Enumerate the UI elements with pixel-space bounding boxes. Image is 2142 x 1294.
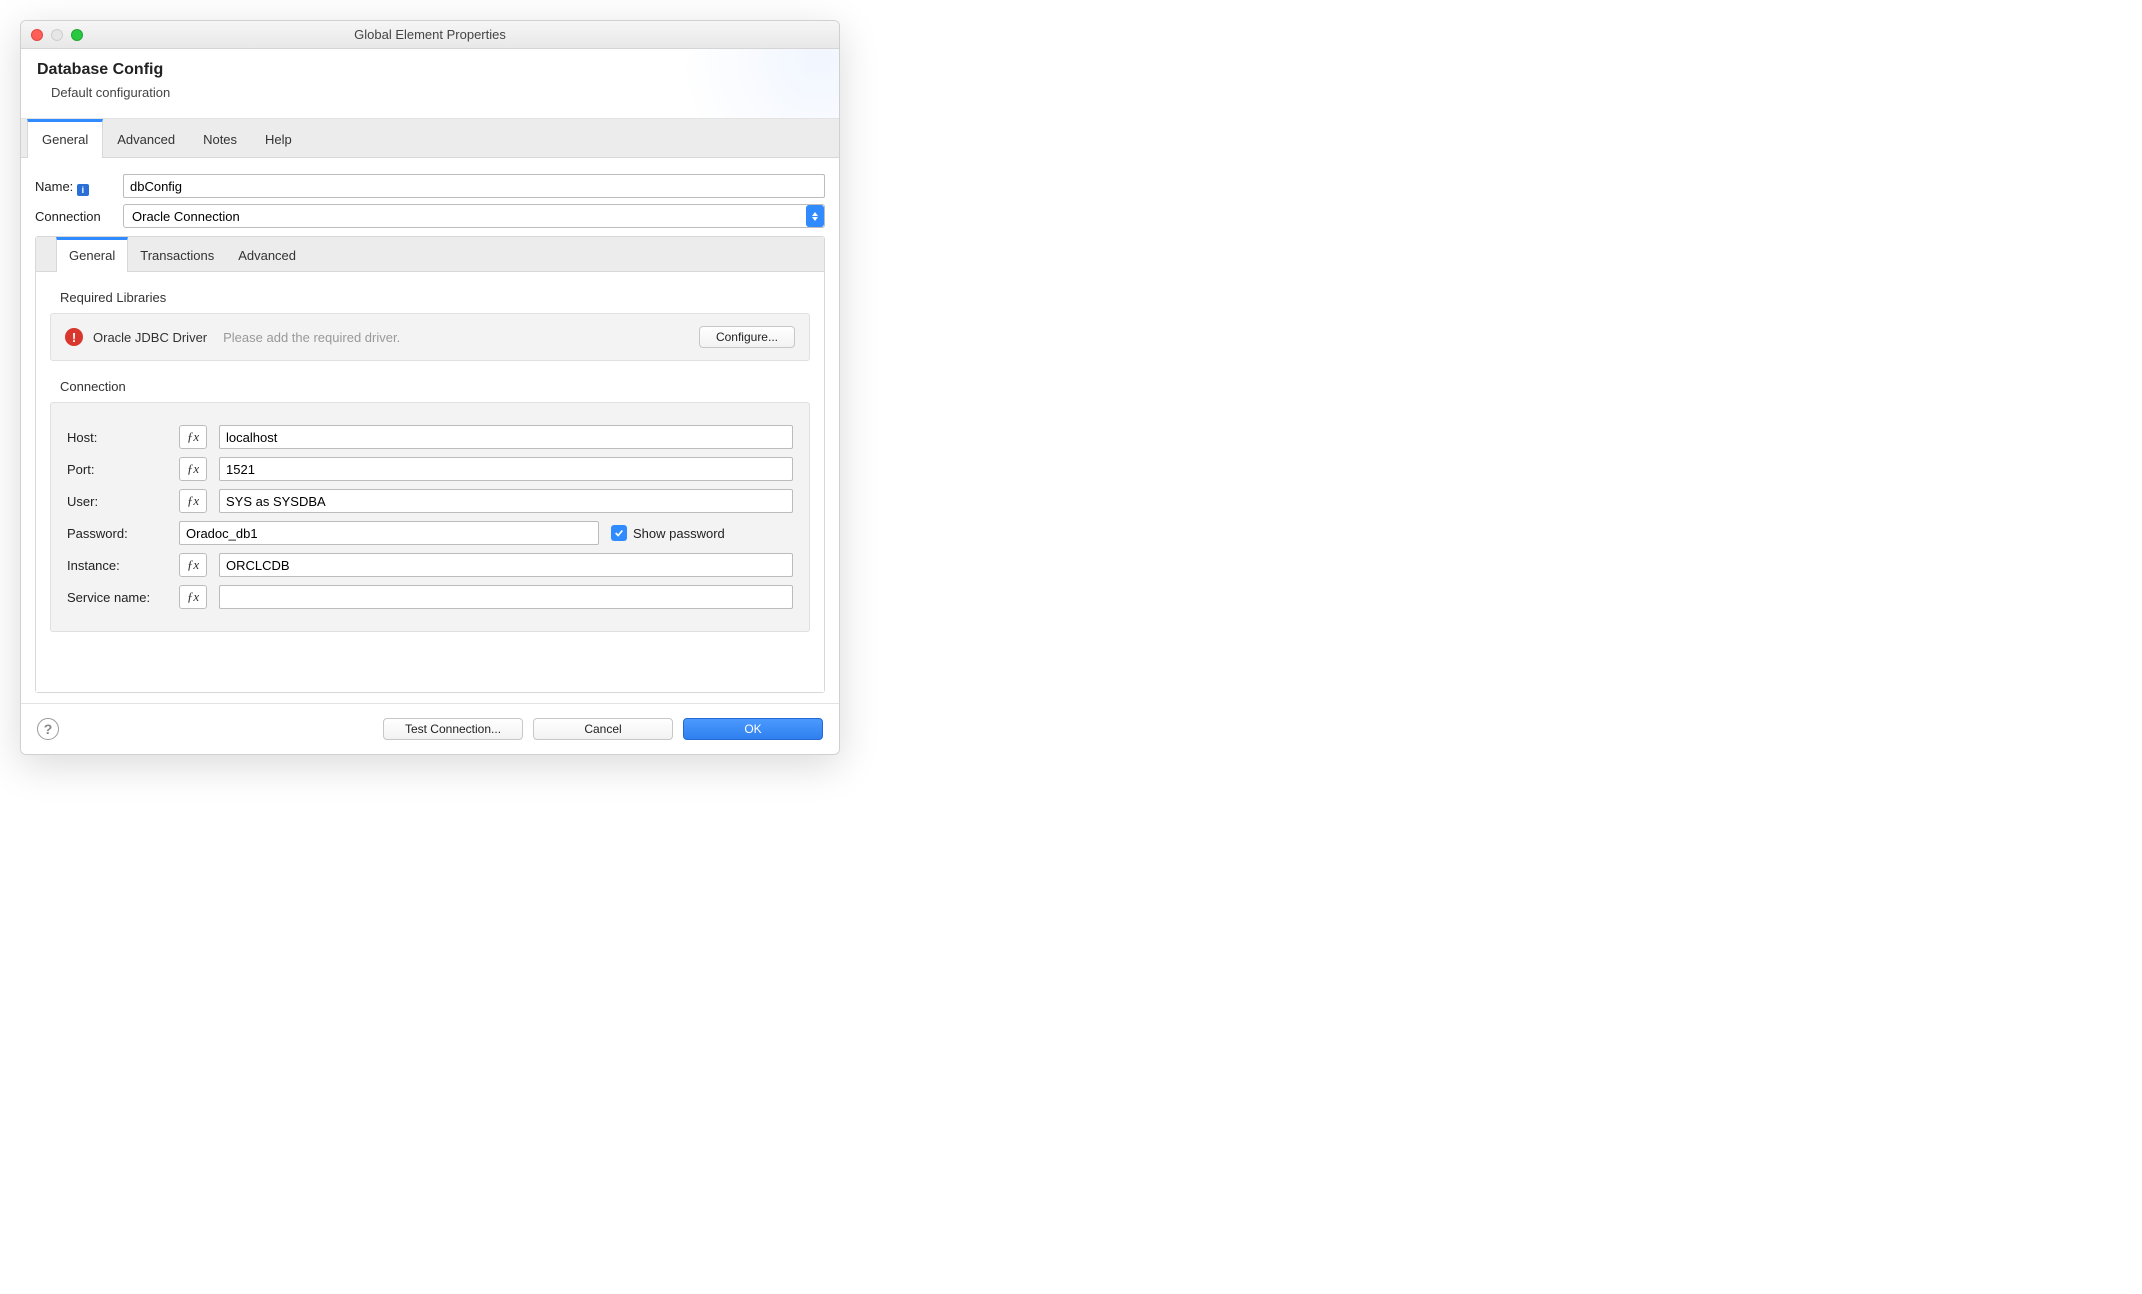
inner-body: Required Libraries ! Oracle JDBC Driver … <box>36 272 824 692</box>
tab-advanced[interactable]: Advanced <box>103 119 189 157</box>
tab-help[interactable]: Help <box>251 119 306 157</box>
fx-button-instance[interactable]: ƒx <box>179 553 207 577</box>
user-input[interactable] <box>219 489 793 513</box>
minimize-icon <box>51 29 63 41</box>
connection-select[interactable]: Oracle Connection <box>123 204 825 228</box>
maximize-icon[interactable] <box>71 29 83 41</box>
connection-box: Host: ƒx Port: ƒx User: ƒx <box>50 402 810 632</box>
password-label: Password: <box>67 526 167 541</box>
warning-icon: ! <box>65 328 83 346</box>
ok-button[interactable]: OK <box>683 718 823 740</box>
info-icon: i <box>77 184 89 196</box>
checkbox-checked-icon <box>611 525 627 541</box>
name-label: Name: i <box>35 179 115 194</box>
test-connection-button[interactable]: Test Connection... <box>383 718 523 740</box>
close-icon[interactable] <box>31 29 43 41</box>
driver-name: Oracle JDBC Driver <box>93 330 207 345</box>
dialog-header: Database Config Default configuration <box>21 49 839 119</box>
dialog-window: Global Element Properties Database Confi… <box>20 20 840 755</box>
tab-notes[interactable]: Notes <box>189 119 251 157</box>
window-title: Global Element Properties <box>21 27 839 42</box>
chevron-updown-icon <box>806 205 824 227</box>
service-name-label: Service name: <box>67 590 167 605</box>
traffic-lights <box>31 29 83 41</box>
fx-button-service[interactable]: ƒx <box>179 585 207 609</box>
host-input[interactable] <box>219 425 793 449</box>
inner-tab-advanced[interactable]: Advanced <box>226 237 308 271</box>
fx-button-user[interactable]: ƒx <box>179 489 207 513</box>
show-password-toggle[interactable]: Show password <box>611 525 725 541</box>
titlebar: Global Element Properties <box>21 21 839 49</box>
port-label: Port: <box>67 462 167 477</box>
tab-general[interactable]: General <box>27 119 103 158</box>
dialog-footer: ? Test Connection... Cancel OK <box>21 703 839 754</box>
driver-hint: Please add the required driver. <box>223 330 400 345</box>
main-tabs: General Advanced Notes Help <box>21 119 839 158</box>
port-input[interactable] <box>219 457 793 481</box>
name-input[interactable] <box>123 174 825 198</box>
body-area: Name: i Connection Oracle Connection Gen… <box>21 158 839 703</box>
instance-input[interactable] <box>219 553 793 577</box>
connection-section-label: Connection <box>60 379 810 394</box>
host-label: Host: <box>67 430 167 445</box>
password-input[interactable] <box>179 521 599 545</box>
inner-panel: General Transactions Advanced Required L… <box>35 236 825 693</box>
instance-label: Instance: <box>67 558 167 573</box>
user-label: User: <box>67 494 167 509</box>
connection-label: Connection <box>35 209 115 224</box>
configure-button[interactable]: Configure... <box>699 326 795 348</box>
library-row: ! Oracle JDBC Driver Please add the requ… <box>50 313 810 361</box>
fx-button-host[interactable]: ƒx <box>179 425 207 449</box>
help-icon[interactable]: ? <box>37 718 59 740</box>
inner-tabs: General Transactions Advanced <box>36 237 824 272</box>
header-decoration <box>679 49 839 119</box>
cancel-button[interactable]: Cancel <box>533 718 673 740</box>
show-password-label: Show password <box>633 526 725 541</box>
service-name-input[interactable] <box>219 585 793 609</box>
connection-value: Oracle Connection <box>123 204 825 228</box>
required-libraries-label: Required Libraries <box>60 290 810 305</box>
inner-tab-general[interactable]: General <box>56 237 128 272</box>
fx-button-port[interactable]: ƒx <box>179 457 207 481</box>
inner-tab-transactions[interactable]: Transactions <box>128 237 226 271</box>
